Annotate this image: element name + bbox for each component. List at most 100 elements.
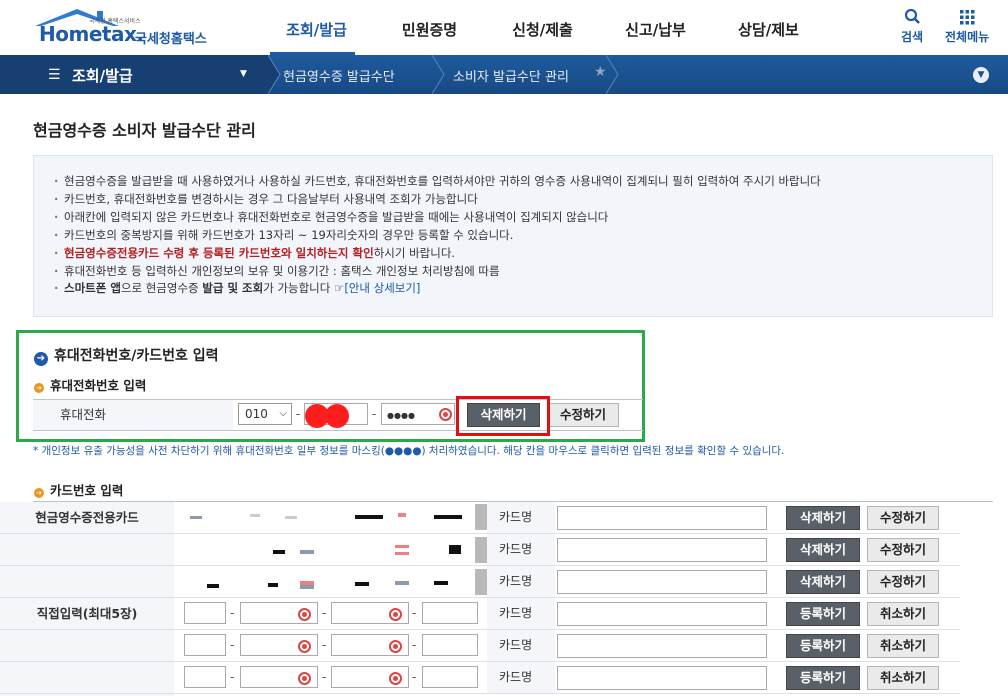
card-name-input[interactable]: [557, 570, 767, 594]
card-delete-button[interactable]: 삭제하기: [786, 506, 860, 530]
app-bold: 스마트폰 앱: [64, 281, 121, 296]
card-name-input[interactable]: [557, 634, 767, 658]
redaction-blot: [305, 404, 351, 428]
nav-certificate[interactable]: 민원증명: [373, 0, 486, 55]
card-cancel-button[interactable]: 취소하기: [867, 602, 939, 626]
all-menu-button[interactable]: 전체메뉴: [945, 8, 989, 45]
guide-detail-link[interactable]: [안내 상세보기]: [344, 281, 420, 295]
card-row: - - - 카드명 등록하기 취소하기: [0, 662, 960, 694]
eye-icon[interactable]: [298, 608, 311, 621]
dash: -: [412, 638, 417, 652]
card-name-input[interactable]: [557, 538, 767, 562]
scroll-strip: [475, 504, 487, 530]
masked-digit: [300, 585, 314, 589]
dash: -: [322, 606, 327, 620]
eye-icon[interactable]: [439, 408, 452, 421]
location-bar: ☰ 조회/발급 ▼ 현금영수증 발급수단 소비자 발급수단 관리 ★ ▼: [0, 55, 1008, 94]
expand-chevron-icon[interactable]: ▼: [973, 67, 989, 83]
eye-icon[interactable]: [389, 672, 402, 685]
card-number-part-1[interactable]: [184, 666, 226, 688]
card-register-button[interactable]: 등록하기: [786, 666, 860, 690]
phone-label: 휴대전화: [33, 400, 233, 430]
card-delete-button[interactable]: 삭제하기: [786, 570, 860, 594]
card-name-label: 카드명: [487, 534, 555, 565]
card-name-input[interactable]: [557, 602, 767, 626]
nav-inquiry-issue[interactable]: 조회/발급: [260, 0, 373, 55]
search-button[interactable]: 검색: [901, 8, 923, 45]
scroll-strip: [475, 537, 487, 563]
masked-digit: [398, 513, 406, 517]
breadcrumb-separator-icon: [268, 55, 281, 94]
card-name-label: 카드명: [487, 566, 555, 597]
hamburger-icon: ☰: [48, 67, 61, 83]
info-line: 카드번호의 중복방지를 위해 카드번호가 13자리 ~ 19자리숫자의 경우만 …: [54, 227, 972, 245]
card-edit-button[interactable]: 수정하기: [867, 506, 939, 530]
main-nav: 조회/발급 민원증명 신청/제출 신고/납부 상담/제보: [260, 0, 825, 55]
card-name-input[interactable]: [557, 506, 767, 530]
card-name-label: 카드명: [487, 502, 555, 533]
nav-filing-payment[interactable]: 신고/납부: [599, 0, 712, 55]
nav-application[interactable]: 신청/제출: [486, 0, 599, 55]
phone-edit-button[interactable]: 수정하기: [547, 403, 619, 427]
card-cancel-button[interactable]: 취소하기: [867, 634, 939, 658]
info-line-warning: 현금영수증전용카드 수령 후 등록된 카드번호와 일치하는지 확인하시기 바랍니…: [54, 245, 972, 263]
info-line: 아래칸에 입력되지 않은 카드번호나 휴대전화번호로 현금영수증을 발급받을 때…: [54, 209, 972, 227]
favorite-star-icon[interactable]: ★: [594, 64, 607, 80]
card-delete-button[interactable]: 삭제하기: [786, 538, 860, 562]
breadcrumb-item-cash-receipt[interactable]: 현금영수증 발급수단: [283, 66, 395, 85]
location-current: 조회/발급: [72, 67, 133, 85]
nav-consult-report[interactable]: 상담/제보: [712, 0, 825, 55]
hometax-logo[interactable]: 국세청 홈택스서비스 Hometax. 국세청홈택스: [33, 6, 223, 47]
phone-last-masked: ●●●●: [387, 411, 415, 420]
masked-digit: [434, 515, 462, 519]
search-label: 검색: [901, 30, 924, 44]
highlight-box-red: [456, 396, 550, 436]
card-number-part-4[interactable]: [422, 634, 478, 656]
caret-down-icon: ▼: [240, 69, 247, 79]
phone-subtitle-text: 휴대전화번호 입력: [50, 378, 147, 393]
card-register-button[interactable]: 등록하기: [786, 602, 860, 626]
eye-icon[interactable]: [298, 672, 311, 685]
breadcrumb-separator-icon: [432, 55, 445, 94]
dash: -: [230, 638, 235, 652]
eye-icon[interactable]: [389, 608, 402, 621]
phone-subtitle: ➔ 휴대전화번호 입력: [34, 375, 146, 394]
breadcrumb-item-consumer[interactable]: 소비자 발급수단 관리: [453, 66, 569, 85]
card-number-part-4[interactable]: [422, 666, 478, 688]
masked-digit: [285, 516, 297, 519]
masked-digit: [250, 514, 260, 517]
top-header: 국세청 홈택스서비스 Hometax. 국세청홈택스 조회/발급 민원증명 신청…: [0, 0, 1008, 55]
card-name-input[interactable]: [557, 666, 767, 690]
masking-note: * 개인정보 유출 가능성을 사전 차단하기 위해 휴대전화번호 일부 정보를 …: [33, 445, 785, 457]
card-edit-button[interactable]: 수정하기: [867, 570, 939, 594]
card-number-part-1[interactable]: [184, 602, 226, 624]
masked-digit: [395, 545, 409, 548]
info-line: 현금영수증을 발급받을 때 사용하였거나 사용하실 카드번호, 휴대전화번호를 …: [54, 173, 972, 191]
dash: -: [322, 670, 327, 684]
card-number-part-4[interactable]: [422, 602, 478, 624]
card-name-label: 카드명: [487, 598, 555, 629]
dash: -: [230, 606, 235, 620]
eye-icon[interactable]: [298, 640, 311, 653]
grid-menu-icon: [960, 10, 975, 25]
masked-digit: [449, 545, 461, 554]
card-subtitle: ➔ 카드번호 입력: [34, 480, 123, 499]
masked-digit: [273, 550, 285, 554]
external-link-icon: ☞: [334, 281, 345, 296]
card-number-part-1[interactable]: [184, 634, 226, 656]
masked-digit: [355, 515, 383, 519]
card-register-button[interactable]: 등록하기: [786, 634, 860, 658]
card-subtitle-text: 카드번호 입력: [50, 483, 124, 498]
masked-digit: [268, 583, 278, 587]
card-edit-button[interactable]: 수정하기: [867, 538, 939, 562]
phone-prefix-select[interactable]: 010 ⌵: [238, 403, 292, 425]
masked-digit: [395, 552, 409, 555]
location-menu-select[interactable]: ☰ 조회/발급 ▼: [0, 55, 268, 94]
eye-icon[interactable]: [389, 640, 402, 653]
phone-prefix-value: 010: [245, 407, 268, 421]
chevron-down-icon: ⌵: [279, 408, 287, 419]
search-icon: [904, 8, 920, 24]
card-cancel-button[interactable]: 취소하기: [867, 666, 939, 690]
all-menu-label: 전체메뉴: [945, 30, 990, 44]
dash: -: [412, 606, 417, 620]
